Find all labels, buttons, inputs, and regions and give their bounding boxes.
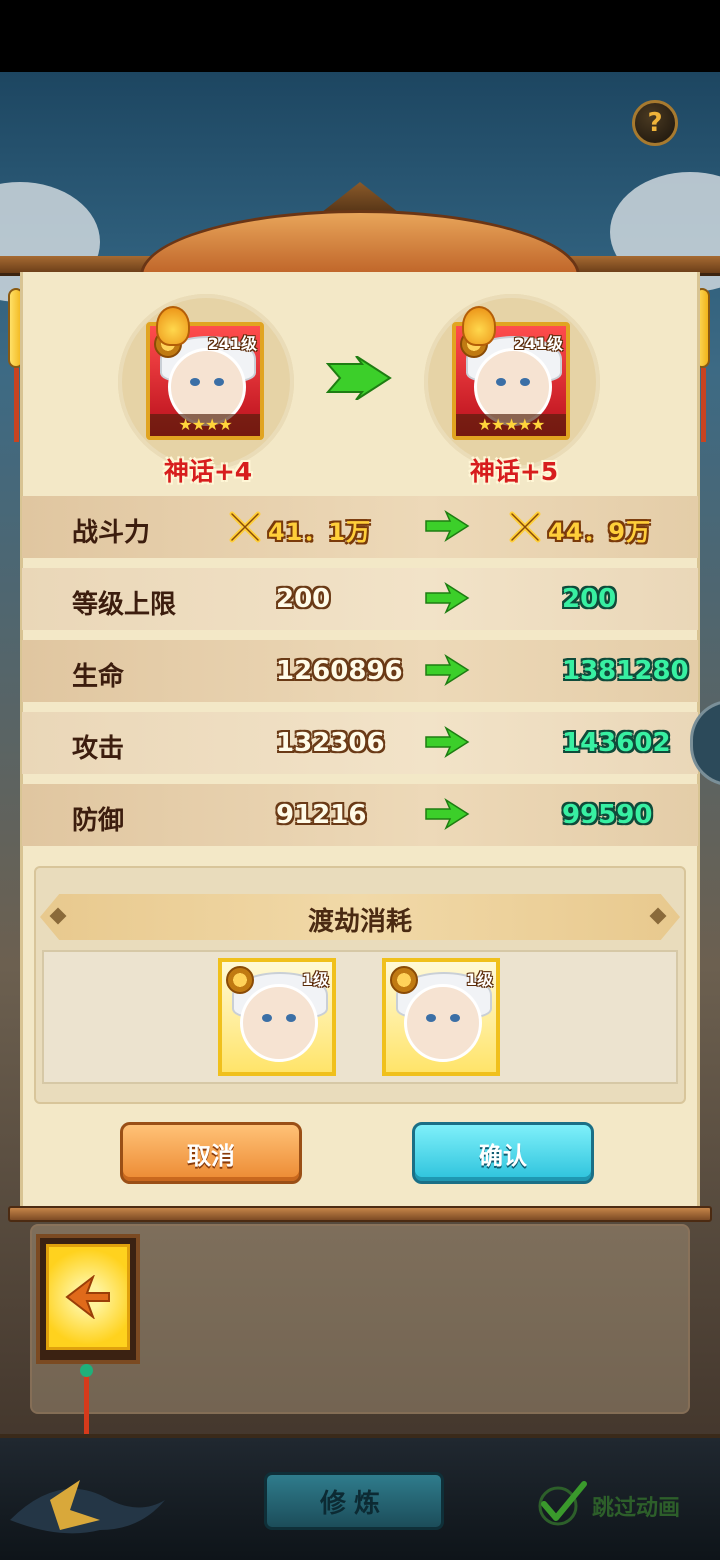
star-rating: ★★★★ [150,414,260,436]
rank-badge-icon [390,966,418,994]
stat-row-attack: 攻击 132306 143602 [22,712,698,774]
cancel-button[interactable]: 取消 [120,1122,302,1184]
flame-crown-icon [462,306,496,346]
stat-row-hp: 生命 1260896 1381280 [22,640,698,702]
power-old: 41．1万 [268,518,372,546]
material-card[interactable]: 1级 [382,958,500,1076]
stat-old-value: 91216 [276,800,367,830]
hero-level: 241级 [513,334,563,353]
stat-old-value: 1260896 [276,656,403,686]
stat-label: 生命 [72,662,125,692]
lantern-bead [80,1364,93,1377]
stat-label: 战斗力 [72,518,151,548]
rank-badge-icon [226,966,254,994]
bird-decoration-icon [10,1480,165,1534]
upgrade-arrow-icon [326,356,392,400]
tier-before: 神话+4 [163,457,253,486]
tier-after: 神话+5 [469,457,559,486]
material-level: 1级 [465,970,493,989]
skip-checkbox-icon[interactable] [536,1478,588,1526]
help-button[interactable]: ? [632,100,678,146]
skip-animation-label[interactable]: 跳过动画 [592,1490,680,1522]
back-button[interactable] [46,1244,130,1350]
stat-new-value: 1381280 [562,656,689,686]
hero-level: 241级 [207,334,257,353]
scroll-bottom-rod [8,1206,712,1222]
status-bar [0,0,720,72]
material-card[interactable]: 1级 [218,958,336,1076]
star-rating: ★★★★★ [456,414,566,436]
arrow-right-icon [425,726,470,758]
arrow-right-icon [425,582,470,614]
stat-old-value: 132306 [276,728,385,758]
stat-new-value: 143602 [562,728,671,758]
stat-old-value: 200 [276,584,331,614]
crossed-swords-icon [229,511,261,543]
stat-row-power: 战斗力 41．1万 44．9万 [22,496,698,558]
crossed-swords-icon [509,511,541,543]
stat-row-defense: 防御 91216 99590 [22,784,698,846]
cost-item-list [42,950,678,1084]
arrow-right-icon [425,654,470,686]
stat-label: 等级上限 [72,590,177,620]
stat-row-level-cap: 等级上限 200 200 [22,568,698,630]
stat-new-value: 200 [562,584,617,614]
stat-label: 攻击 [72,734,125,764]
arrow-right-icon [425,798,470,830]
flame-crown-icon [156,306,190,346]
cost-title: 渡劫消耗 [307,907,412,937]
power-new: 44．9万 [548,518,652,546]
material-level: 1级 [301,970,329,989]
confirm-button[interactable]: 确认 [412,1122,594,1184]
back-arrow-icon [65,1275,110,1319]
train-button[interactable]: 修炼 [264,1472,444,1530]
stat-new-value: 99590 [562,800,653,830]
stat-label: 防御 [72,806,125,836]
lantern-cord [84,1368,89,1434]
arrow-right-icon [425,510,470,542]
